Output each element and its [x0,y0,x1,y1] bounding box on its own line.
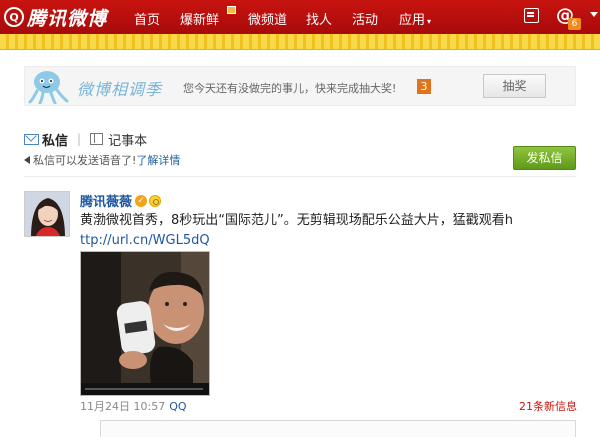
nav-events[interactable]: 活动 [352,9,378,28]
tencent-weibo-logo[interactable]: Q 腾讯微博 [4,5,108,30]
video-progress-bar[interactable] [81,383,209,395]
post-source-link[interactable]: QQ [169,400,186,413]
nav-apps-label: 应用 [399,13,426,28]
lottery-button[interactable]: 抽奖 [483,74,546,98]
divider [24,176,576,177]
avatar-image [25,192,69,236]
learn-more-link[interactable]: 了解详情 [136,152,180,168]
decorative-stripe [0,34,600,50]
new-messages-count[interactable]: 21条新信息 [519,398,577,414]
send-private-message-button[interactable]: 发私信 [513,146,576,170]
banner-title: 微博相调季 [77,80,163,99]
talent-badge-icon [149,194,162,207]
mail-icon [24,133,39,145]
notebook-icon [90,133,104,145]
nav-apps[interactable]: 应用 ▾ [399,9,431,28]
voice-tip-text: 私信可以发送语音了! [33,154,137,167]
nav-home[interactable]: 首页 [134,9,160,28]
banner-description: 您今天还有没做完的事儿，快来完成抽大奖! [183,82,397,95]
post-text: 黄渤微视首秀，8秒玩出“国际范儿”。无剪辑现场配乐公益大片，猛戳观看h [80,213,513,228]
mentions-count-badge: 6 [568,18,581,30]
promo-banner: 微博相调季 您今天还有没做完的事儿，快来完成抽大奖! 3 抽奖 [24,66,576,106]
video-frame-image [81,252,209,385]
main-panel: 微博相调季 您今天还有没做完的事儿，快来完成抽大奖! 3 抽奖 私信 | 记事本… [0,50,600,437]
reply-area[interactable] [100,420,576,437]
voice-message-tip: 私信可以发送语音了! 了解详情 [24,152,180,168]
logo-text: 腾讯微博 [27,7,108,30]
avatar[interactable] [24,191,70,237]
mascot-icon [28,71,69,104]
notes-icon[interactable] [524,8,539,23]
nav-trending[interactable]: 爆新鲜 [180,9,219,28]
post-url-link[interactable]: ttp://url.cn/WGL5dQ [80,231,210,251]
video-thumbnail[interactable] [80,251,210,396]
top-navigation-bar: Q 腾讯微博 首页 爆新鲜 微频道 找人 活动 应用 ▾ @ 6 [0,0,600,34]
speaker-icon [24,156,30,164]
tab-private-messages[interactable]: 私信 [42,130,68,149]
nav-channels[interactable]: 微频道 [248,9,287,28]
qq-logo-icon: Q [4,7,24,27]
tab-notebook[interactable]: 记事本 [108,130,147,149]
author-line: 腾讯薇薇 ✓ [80,191,162,210]
tab-separator: | [77,132,82,146]
verified-icon: ✓ [135,194,148,207]
post-timestamp[interactable]: 11月24日 10:57 [80,400,165,413]
nav-find-people[interactable]: 找人 [306,9,332,28]
task-count-badge: 3 [417,79,431,94]
post-meta: 11月24日 10:57 QQ [80,398,187,414]
new-badge-icon [227,6,236,14]
message-tabs: 私信 | 记事本 [24,130,147,149]
account-dropdown-icon[interactable] [590,12,598,17]
chevron-down-icon: ▾ [427,17,432,26]
author-name[interactable]: 腾讯薇薇 [80,191,132,210]
